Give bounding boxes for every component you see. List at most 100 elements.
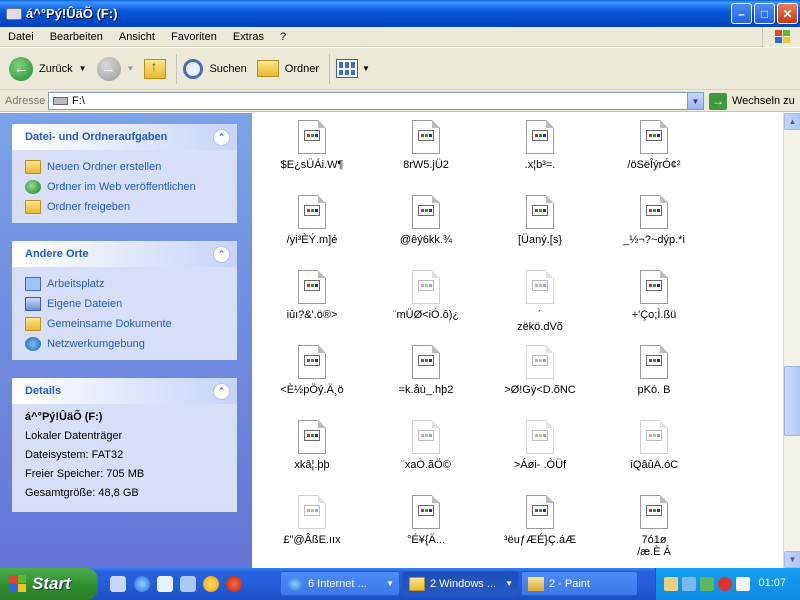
close-button[interactable]: ✕ [777,3,798,24]
folders-button[interactable]: Ordner [254,52,322,86]
link-label: Gemeinsame Dokumente [47,318,172,330]
my-computer-link[interactable]: Arbeitsplatz [25,274,237,294]
image-file-icon [412,345,440,379]
file-name: xkâ¦.þþ [252,459,372,471]
publish-web-link[interactable]: Ordner im Web veröffentlichen [25,177,237,197]
search-button[interactable]: Suchen [180,52,249,86]
quicklaunch-app-icon[interactable] [226,576,242,592]
tray-icon[interactable] [682,577,696,591]
menu-datei[interactable]: Datei [0,31,42,43]
task-label: 2 - Paint [549,578,590,590]
link-label: Ordner freigeben [47,201,130,213]
other-places-panel: Andere Orte ⌃ Arbeitsplatz Eigene Dateie… [12,241,237,360]
image-file-icon [298,420,326,454]
tray-icon[interactable] [700,577,714,591]
tray-icon[interactable] [718,577,732,591]
tray-icon[interactable] [736,577,750,591]
start-button[interactable]: Start [0,568,98,600]
new-folder-link[interactable]: Neuen Ordner erstellen [25,157,237,177]
menu-help[interactable]: ? [272,31,294,43]
share-folder-link[interactable]: Ordner freigeben [25,197,237,217]
quicklaunch-app-icon[interactable] [110,576,126,592]
shared-folder-icon [25,200,41,214]
image-file-icon [640,420,668,454]
internet-explorer-icon[interactable] [134,576,150,592]
system-tray: 01:07 [655,568,800,600]
image-file-icon [412,495,440,529]
tray-icon[interactable] [664,577,678,591]
network-icon [25,337,41,351]
menu-ansicht[interactable]: Ansicht [111,31,163,43]
menu-bearbeiten[interactable]: Bearbeiten [42,31,111,43]
link-label: Neuen Ordner erstellen [47,161,161,173]
forward-dropdown-icon[interactable]: ▼ [127,64,135,73]
show-desktop-icon[interactable] [180,576,196,592]
panel-header[interactable]: Datei- und Ordneraufgaben ⌃ [12,124,237,150]
vertical-scrollbar[interactable]: ▲ ▼ [783,113,800,568]
drive-filesystem: Dateisystem: FAT32 [25,449,237,468]
up-folder-button[interactable]: ↑ [141,52,169,86]
paint-icon [528,577,544,591]
scroll-up-button[interactable]: ▲ [784,113,800,130]
internet-explorer-icon [287,577,303,591]
back-arrow-icon: ← [9,57,33,81]
back-dropdown-icon[interactable]: ▼ [79,64,87,73]
go-button[interactable]: → Wechseln zu [709,92,795,110]
file-name: $E¿sÜÁi.W¶ [252,159,372,171]
maximize-button[interactable]: □ [754,3,775,24]
image-file-icon [412,120,440,154]
address-label: Adresse [0,95,51,107]
address-input[interactable]: F:\ ▼ [48,92,704,110]
network-places-link[interactable]: Netzwerkumgebung [25,334,237,354]
window-title: á^°Pý!ÛäÕ (F:) [26,6,118,21]
task-pane: Datei- und Ordneraufgaben ⌃ Neuen Ordner… [0,113,252,568]
image-file-icon [526,120,554,154]
my-documents-link[interactable]: Eigene Dateien [25,294,237,314]
drive-total-size: Gesamtgröße: 48,8 GB [25,487,237,506]
file-name: íQâûA.óC [594,459,714,471]
media-player-icon[interactable] [203,576,219,592]
address-dropdown-button[interactable]: ▼ [687,93,703,109]
file-name: @êý6kk.¾ [366,234,486,246]
image-file-icon [298,345,326,379]
taskbar-item-internet[interactable]: 6 Internet ... ▼ [280,571,400,596]
shared-documents-link[interactable]: Gemeinsame Dokumente [25,314,237,334]
forward-button[interactable]: → ▼ [94,52,138,86]
folder-up-icon: ↑ [144,59,166,79]
link-label: Arbeitsplatz [47,278,104,290]
back-button[interactable]: ← Zurück ▼ [6,52,90,86]
menu-extras[interactable]: Extras [225,31,272,43]
file-name: ¨mÜØ<iÓ.ô)¿ [366,309,486,321]
panel-header[interactable]: Andere Orte ⌃ [12,241,237,267]
scroll-down-button[interactable]: ▼ [784,551,800,568]
forward-arrow-icon: → [97,57,121,81]
scroll-thumb[interactable] [784,366,800,436]
quicklaunch-app-icon[interactable] [157,576,173,592]
folders-label: Ordner [285,63,319,75]
task-label: 6 Internet ... [308,578,367,590]
collapse-icon[interactable]: ⌃ [213,246,230,263]
windows-logo-icon [9,575,27,593]
panel-header[interactable]: Details ⌃ [12,378,237,404]
globe-icon [25,180,41,194]
taskbar-item-paint[interactable]: 2 - Paint [521,571,638,596]
collapse-icon[interactable]: ⌃ [213,383,230,400]
documents-icon [25,297,41,311]
file-name: .x¦b³=. [480,159,600,171]
taskbar-item-windows[interactable]: 2 Windows ... ▼ [402,571,519,596]
collapse-icon[interactable]: ⌃ [213,129,230,146]
file-name: °É¥{Ä... [366,534,486,546]
task-label: 2 Windows ... [430,578,496,590]
views-dropdown-icon[interactable]: ▼ [362,64,370,73]
taskbar: Start 6 Internet ... ▼ 2 Windows ... ▼ 2… [0,568,800,600]
image-file-icon [526,420,554,454]
menu-bar: Datei Bearbeiten Ansicht Favoriten Extra… [0,27,800,47]
title-bar[interactable]: á^°Pý!ÛäÕ (F:) – □ ✕ [0,0,800,27]
minimize-button[interactable]: – [731,3,752,24]
file-list-view[interactable]: $E¿sÜÁi.W¶ 8rW5.jÜ2 .x¦b³=. /öSë… [252,113,783,568]
menu-favoriten[interactable]: Favoriten [163,31,225,43]
views-button[interactable]: ▼ [333,52,373,86]
task-group-dropdown-icon: ▼ [386,579,394,588]
file-name: /yi³ÈÝ.m]é [252,234,372,246]
back-label: Zurück [39,63,73,75]
